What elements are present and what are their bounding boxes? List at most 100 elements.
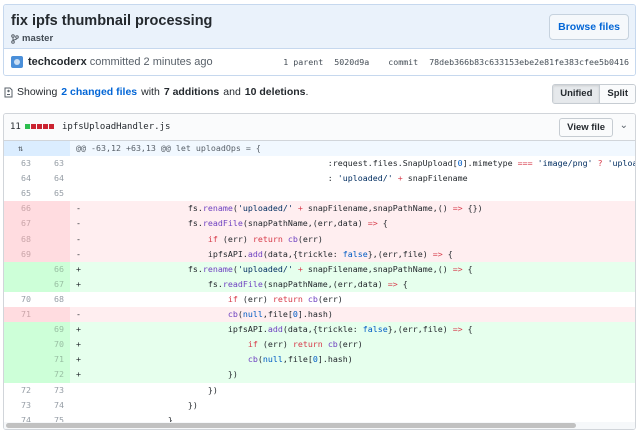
diff-line-add: 72 + }) (4, 367, 635, 383)
branch-icon (11, 33, 19, 44)
diff-marker: + (76, 324, 81, 335)
new-line-number[interactable]: 74 (37, 398, 70, 413)
new-line-number[interactable]: 68 (37, 292, 70, 307)
new-line-number[interactable]: 69 (37, 322, 70, 338)
code-text: - ipfsAPI.add(data,{trickle: false},(err… (70, 247, 635, 262)
code-text: }) (70, 398, 635, 413)
new-line-number[interactable]: 71 (37, 352, 70, 368)
file-diff-icon (4, 87, 13, 97)
diffstat (25, 124, 54, 129)
commit-label: commit (388, 57, 419, 67)
diff-marker: + (76, 278, 81, 289)
old-line-number[interactable]: 73 (4, 398, 37, 413)
code-text: - if (err) return cb(err) (70, 232, 635, 247)
diffstat-block-add (25, 124, 30, 129)
browse-files-button[interactable]: Browse files (549, 14, 629, 40)
summary-and: and (223, 86, 241, 98)
diffstat-block-del (43, 124, 48, 129)
diff-marker: - (76, 218, 81, 229)
code-text: + fs.readFile(snapPathName,(err,data) =>… (70, 277, 635, 292)
diff-line-del: 66 - fs.rename('uploaded/' + snapFilename… (4, 201, 635, 217)
avatar[interactable] (11, 56, 23, 68)
deletions-count: 10 deletions (244, 86, 306, 98)
old-line-number[interactable]: 63 (4, 156, 37, 171)
new-line-number[interactable] (37, 216, 70, 232)
code-text: - cb(null,file[0].hash) (70, 307, 635, 322)
diffstat-block-del (37, 124, 42, 129)
diff-line-add: 70 + if (err) return cb(err) (4, 337, 635, 353)
split-view-button[interactable]: Split (600, 85, 635, 103)
commit-time: committed 2 minutes ago (89, 56, 213, 68)
old-line-number[interactable]: 69 (4, 246, 37, 262)
old-line-number[interactable] (4, 322, 37, 338)
summary-prefix: Showing (17, 86, 58, 98)
code-text: + }) (70, 367, 635, 382)
diff-line-ctx: 73 74 }) (4, 397, 635, 413)
new-line-number[interactable]: 67 (37, 276, 70, 292)
diff-line-ctx: 65 65 (4, 186, 635, 202)
code-text: - fs.readFile(snapPathName,(err,data) =>… (70, 216, 635, 231)
expand-up-icon[interactable]: ⇅ (4, 141, 37, 157)
file-diff: 11 ipfsUploadHandler.js View file ⌄ ⇅ @@… (3, 113, 636, 430)
code-text: - fs.rename('uploaded/' + snapFilename,s… (70, 201, 635, 216)
diff-line-add: 66 + fs.rename('uploaded/' + snapFilename… (4, 261, 635, 277)
diff-marker (76, 292, 88, 307)
diff-marker (76, 398, 88, 413)
new-line-number[interactable]: 64 (37, 171, 70, 186)
new-line-number[interactable]: 65 (37, 186, 70, 201)
diff-marker (76, 383, 88, 398)
diff-marker: + (76, 263, 81, 274)
old-line-number[interactable] (4, 352, 37, 368)
view-file-button[interactable]: View file (559, 118, 613, 137)
branch-indicator[interactable]: master (11, 33, 53, 44)
old-line-number[interactable]: 68 (4, 231, 37, 247)
new-line-number[interactable] (37, 246, 70, 262)
diff-line-del: 68 - if (err) return cb(err) (4, 231, 635, 247)
additions-count: 7 additions (163, 86, 220, 98)
changed-files-link[interactable]: 2 changed files (61, 86, 137, 98)
old-line-number[interactable]: 72 (4, 383, 37, 398)
diff-line-del: 69 - ipfsAPI.add(data,{trickle: false},(e… (4, 246, 635, 262)
new-line-number[interactable] (37, 231, 70, 247)
diffstat-block-del (49, 124, 54, 129)
author-link[interactable]: techcoderx (28, 56, 87, 68)
diff-line-ctx: 72 73 }) (4, 382, 635, 398)
file-name[interactable]: ipfsUploadHandler.js (62, 122, 170, 132)
author-line: techcoderx committed 2 minutes ago (28, 56, 213, 68)
chevron-down-icon[interactable]: ⌄ (620, 120, 628, 131)
new-line-number[interactable]: 73 (37, 383, 70, 398)
file-header: 11 ipfsUploadHandler.js View file ⌄ (4, 114, 635, 141)
old-line-number[interactable]: 64 (4, 171, 37, 186)
unified-view-button[interactable]: Unified (553, 85, 601, 103)
commit-title-area: fix ipfs thumbnail processing master Bro… (4, 5, 635, 49)
sha-info: 1 parent 5020d9a commit 78deb366b83c6331… (269, 57, 629, 67)
old-line-number[interactable]: 70 (4, 292, 37, 307)
code-text: + ipfsAPI.add(data,{trickle: false},(err… (70, 322, 635, 337)
old-line-number[interactable]: 66 (4, 201, 37, 217)
diff-marker: + (76, 369, 81, 380)
parent-sha-link[interactable]: 5020d9a (334, 57, 369, 67)
new-line-number[interactable]: 66 (37, 261, 70, 277)
diff-summary: Showing 2 changed files with 7 additions… (4, 86, 308, 98)
new-line-number[interactable] (37, 201, 70, 217)
new-line-number[interactable]: 70 (37, 337, 70, 353)
scrollbar-thumb[interactable] (6, 423, 576, 428)
new-line-number[interactable]: 63 (37, 156, 70, 171)
old-line-number[interactable] (4, 367, 37, 383)
old-line-number[interactable]: 65 (4, 186, 37, 201)
old-line-number[interactable]: 71 (4, 307, 37, 323)
diff-view-toggle: Unified Split (552, 84, 636, 104)
old-line-number[interactable]: 67 (4, 216, 37, 232)
horizontal-scrollbar[interactable] (4, 422, 635, 429)
old-line-number[interactable] (4, 276, 37, 292)
new-line-number[interactable]: 72 (37, 367, 70, 383)
old-line-number[interactable] (4, 261, 37, 277)
diff-marker: + (76, 339, 81, 350)
hunk-header: @@ -63,12 +63,13 @@ let uploadOps = { (76, 143, 261, 153)
file-change-count: 11 (10, 122, 21, 132)
branch-name[interactable]: master (22, 33, 53, 44)
new-line-number[interactable] (37, 307, 70, 323)
commit-sha[interactable]: 78deb366b83c633153ebe2e81fe383cfee5b0416 (429, 57, 629, 67)
old-line-number[interactable] (4, 337, 37, 353)
diff-line-add: 69 + ipfsAPI.add(data,{trickle: false},(e… (4, 322, 635, 338)
